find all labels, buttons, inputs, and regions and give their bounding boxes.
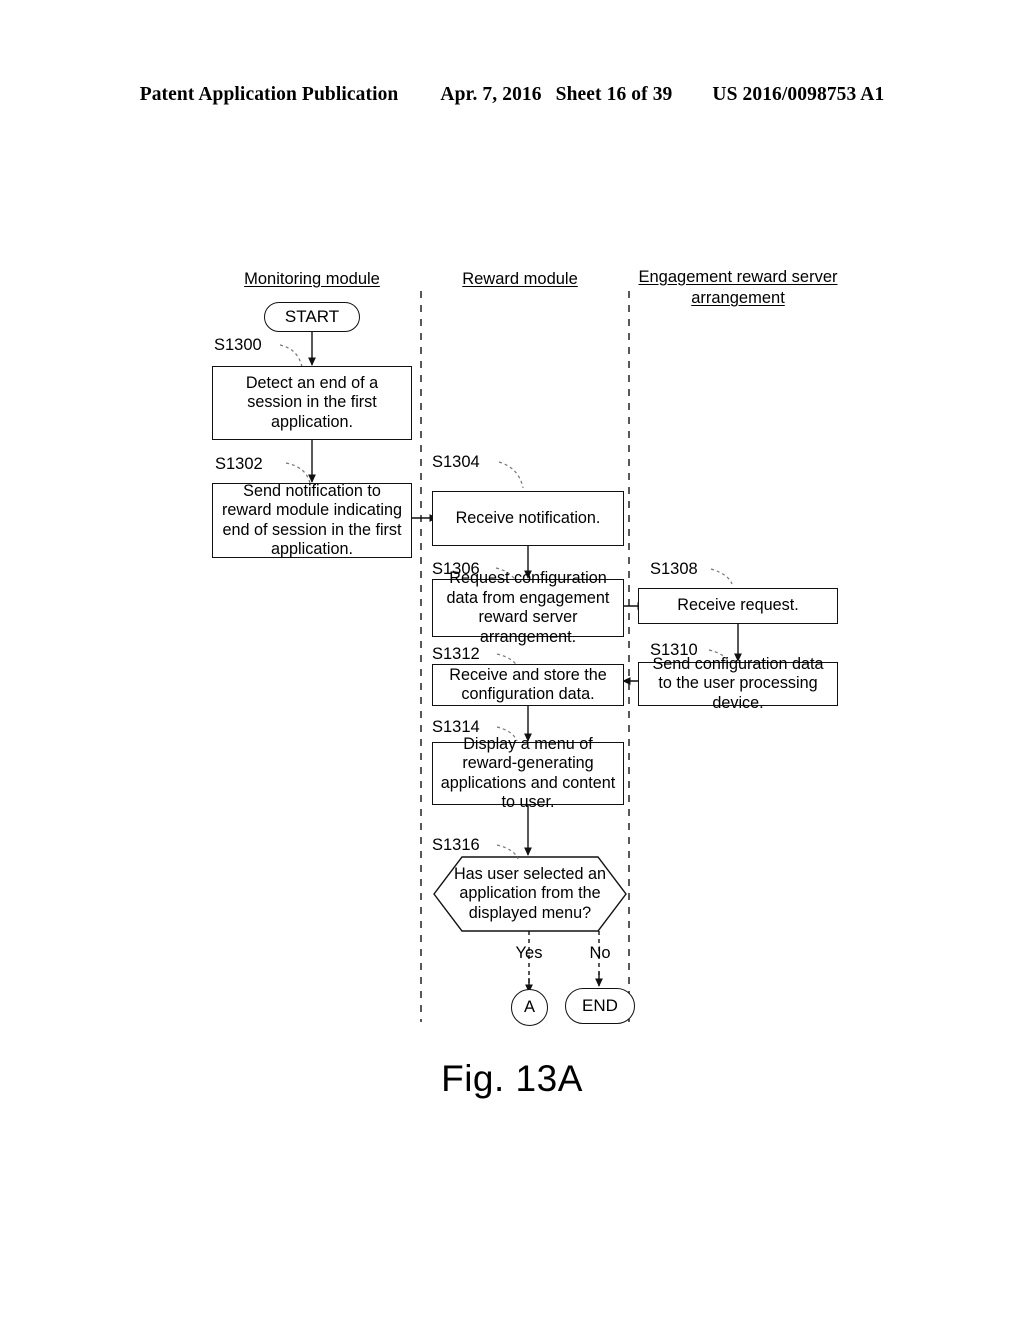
process-box-s1308: Receive request. <box>638 588 838 624</box>
leader-s1302 <box>285 462 311 484</box>
terminator-end: END <box>565 988 635 1024</box>
lane-title-engagement-reward-server-arrangement: Engagement reward server arrangement <box>638 268 838 307</box>
process-box-s1300: Detect an end of a session in the first … <box>212 366 412 440</box>
process-box-s1310: Send configuration data to the user proc… <box>638 655 838 712</box>
figure-caption: Fig. 13A <box>441 1058 583 1099</box>
process-box-s1306: Request configuration data from engageme… <box>432 569 624 646</box>
process-box-s1314: Display a menu of reward-generating appl… <box>432 735 624 811</box>
branch-label-no: No <box>589 944 611 962</box>
lane-title-reward-module: Reward module <box>462 270 578 288</box>
step-number-s1300: S1300 <box>214 336 262 354</box>
leader-s1304 <box>498 461 524 489</box>
process-box-s1304: Receive notification. <box>432 491 624 546</box>
connector-a: A <box>511 989 548 1026</box>
branch-label-yes: Yes <box>515 944 543 962</box>
flowchart-figure: Monitoring module Reward module Engageme… <box>0 0 1024 1320</box>
process-box-s1312: Receive and store the configuration data… <box>432 664 624 706</box>
step-number-s1312: S1312 <box>432 645 480 663</box>
process-box-s1302: Send notification to reward module indic… <box>212 482 412 558</box>
lane-title-monitoring-module: Monitoring module <box>244 270 380 288</box>
terminator-start: START <box>264 302 360 332</box>
decision-box-s1316-label: Has user selected an application from th… <box>453 864 607 922</box>
leader-s1300 <box>279 344 303 368</box>
step-number-s1302: S1302 <box>215 455 263 473</box>
step-number-s1304: S1304 <box>432 453 480 471</box>
flowchart-connectors <box>279 291 742 1022</box>
decision-box-s1316: Has user selected an application from th… <box>434 857 626 931</box>
leader-s1308 <box>710 568 733 585</box>
step-number-s1316: S1316 <box>432 836 480 854</box>
step-number-s1308: S1308 <box>650 560 698 578</box>
